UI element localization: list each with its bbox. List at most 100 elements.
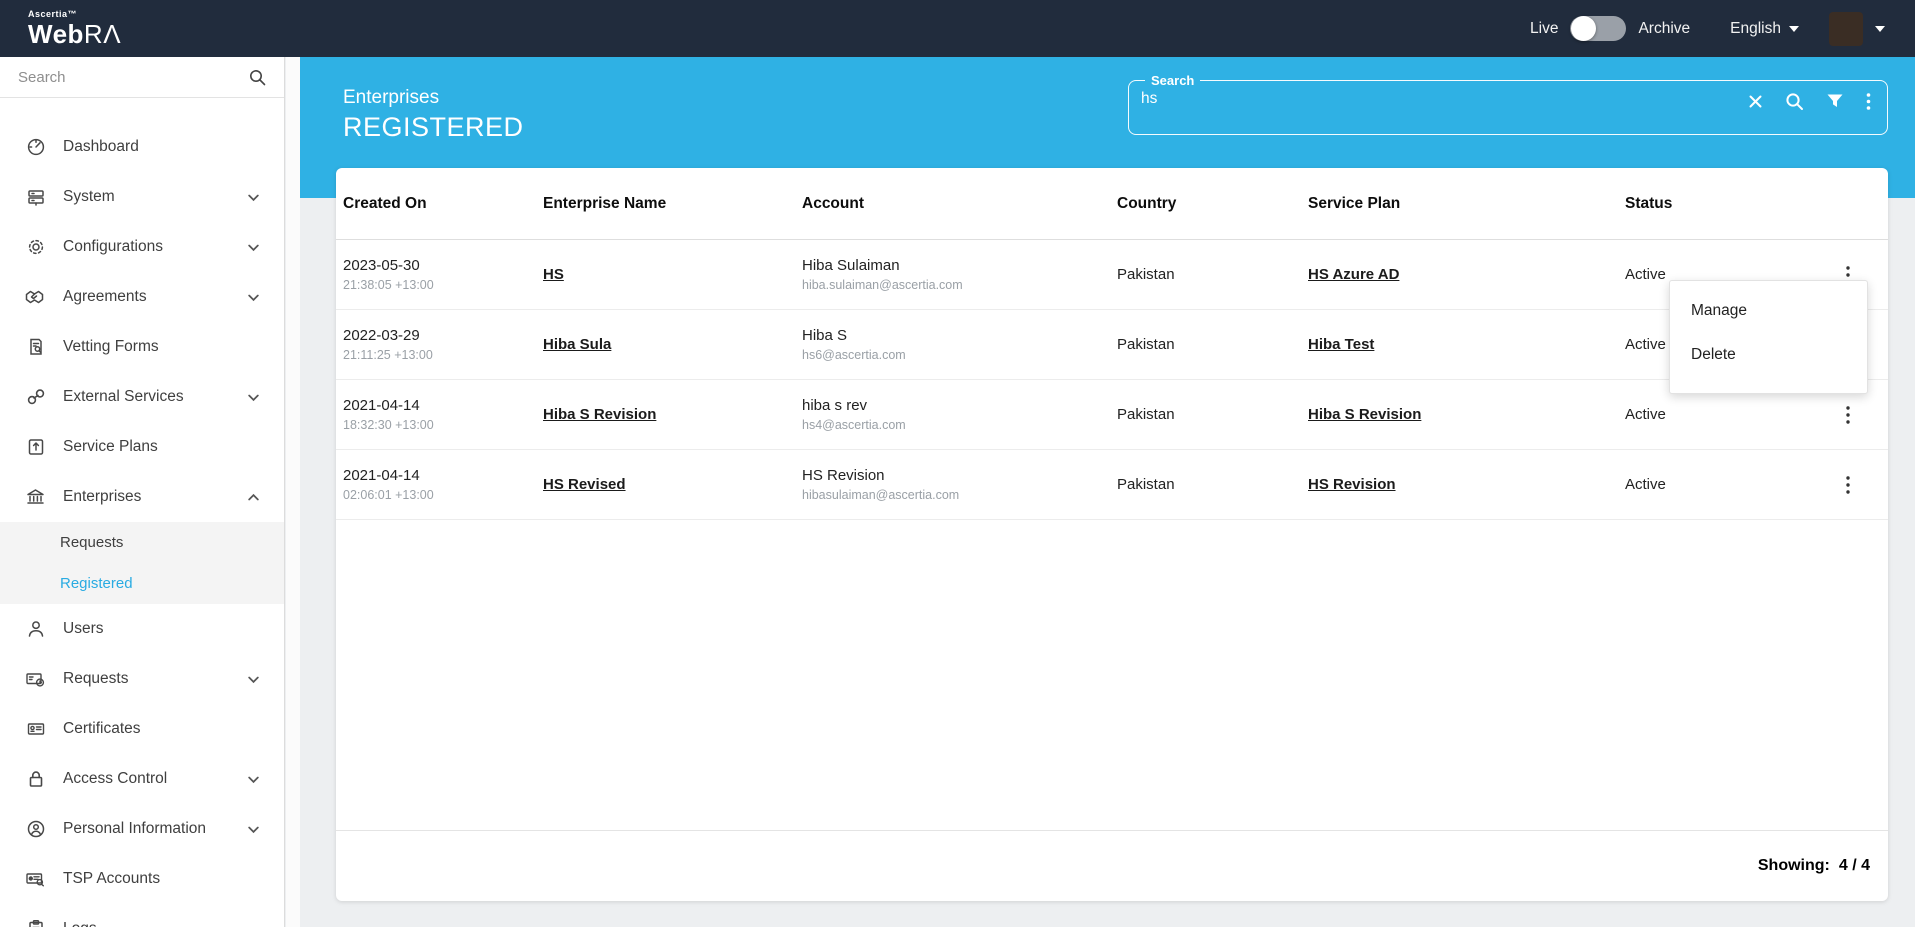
avatar[interactable] [1829,12,1863,46]
sidebar-item-enterprises-requests[interactable]: Requests [0,522,284,563]
sidebar-item-label: Service Plans [63,438,158,456]
language-dropdown[interactable]: English [1730,20,1799,38]
account-email: hiba.sulaiman@ascertia.com [802,278,1117,292]
brand-name-ra: RΛ [84,19,121,49]
menu-item-manage[interactable]: Manage [1670,289,1867,333]
brand-name: WebRΛ [28,21,121,47]
sidebar-item-service-plans[interactable]: Service Plans [0,422,284,472]
filter-icon[interactable] [1826,93,1844,110]
search-icon[interactable] [1785,92,1804,111]
service-plan-link[interactable]: Hiba S Revision [1308,406,1421,423]
sidebar-item-label: Configurations [63,238,163,256]
sidebar-item-label: Logs [63,920,97,927]
account-name: HS Revision [802,467,1117,484]
toggle-knob[interactable] [1571,16,1596,41]
column-header-enterprise-name[interactable]: Enterprise Name [543,195,802,213]
column-header-country[interactable]: Country [1117,195,1308,213]
sidebar-item-access-control[interactable]: Access Control [0,754,284,804]
created-on-cell: 2022-03-29 21:11:25 +13:00 [343,327,543,362]
clear-search-icon[interactable] [1748,94,1763,109]
sidebar-item-label: Enterprises [63,488,141,506]
page-title: Enterprises REGISTERED [343,87,524,143]
sidebar-item-enterprises[interactable]: Enterprises [0,472,284,522]
server-icon [25,187,46,207]
live-archive-toggle[interactable] [1570,16,1626,41]
account-email: hibasulaiman@ascertia.com [802,488,1117,502]
account-email: hs4@ascertia.com [802,418,1117,432]
sidebar-item-external-services[interactable]: External Services [0,372,284,422]
column-header-service-plan[interactable]: Service Plan [1308,195,1625,213]
row-actions-kebab-icon[interactable] [1838,476,1858,494]
service-plan-link[interactable]: HS Revision [1308,476,1396,493]
user-icon [25,619,46,639]
created-date: 2021-04-14 [343,397,543,414]
box-upload-icon [25,437,46,457]
enterprise-name-link[interactable]: HS [543,266,564,283]
sidebar-item-enterprises-registered[interactable]: Registered [0,563,284,604]
chevron-down-icon [247,241,260,254]
user-menu-chevron-down-icon[interactable] [1875,26,1885,32]
table-search-input[interactable] [1141,88,1748,114]
country-cell: Pakistan [1117,336,1308,353]
page-title-text: REGISTERED [343,112,524,143]
row-actions-kebab-icon[interactable] [1838,406,1858,424]
created-on-cell: 2021-04-14 18:32:30 +13:00 [343,397,543,432]
link-icon [25,387,46,407]
country-cell: Pakistan [1117,266,1308,283]
sidebar-item-requests[interactable]: Requests [0,654,284,704]
sidebar-nav: Dashboard System Configurations Agreemen… [0,98,284,927]
language-label: English [1730,20,1781,38]
account-email: hs6@ascertia.com [802,348,1117,362]
created-time: 02:06:01 +13:00 [343,488,543,502]
column-header-account[interactable]: Account [802,195,1117,213]
status-cell: Active [1625,406,1838,423]
brand-name-web: Web [28,19,84,49]
showing-count: 4 / 4 [1839,857,1870,875]
column-header-created-on[interactable]: Created On [343,195,543,213]
brand-logo[interactable]: Ascertia™ WebRΛ [28,10,121,47]
created-time: 21:11:25 +13:00 [343,348,543,362]
sidebar-item-system[interactable]: System [0,172,284,222]
sidebar-item-certificates[interactable]: Certificates [0,704,284,754]
sidebar-search-input[interactable] [18,69,249,86]
enterprise-name-link[interactable]: Hiba S Revision [543,406,656,423]
id-card-clock-icon [25,669,46,689]
table-search-box: Search [1128,73,1888,135]
created-date: 2022-03-29 [343,327,543,344]
created-date: 2021-04-14 [343,467,543,484]
sidebar-item-personal-information[interactable]: Personal Information [0,804,284,854]
enterprise-name-link[interactable]: Hiba Sula [543,336,611,353]
search-icon[interactable] [249,69,266,86]
sidebar-item-users[interactable]: Users [0,604,284,654]
submenu-item-label: Registered [60,575,133,592]
menu-item-delete[interactable]: Delete [1670,333,1867,377]
webra-app: Ascertia™ WebRΛ Live Archive English Das… [0,0,1915,927]
service-plan-link[interactable]: Hiba Test [1308,336,1374,353]
sidebar-item-tsp-accounts[interactable]: TSP Accounts [0,854,284,904]
sidebar-item-configurations[interactable]: Configurations [0,222,284,272]
table-row: 2021-04-14 02:06:01 +13:00 HS Revised HS… [336,450,1888,520]
sidebar-item-vetting-forms[interactable]: Vetting Forms [0,322,284,372]
service-plan-link[interactable]: HS Azure AD [1308,266,1399,283]
enterprise-name-link[interactable]: HS Revised [543,476,626,493]
column-header-status[interactable]: Status [1625,195,1838,213]
sidebar-item-label: External Services [63,388,184,406]
sidebar-item-label: Dashboard [63,138,139,156]
account-name: Hiba S [802,327,1117,344]
person-circle-icon [25,819,46,839]
sidebar-item-logs[interactable]: Logs [0,904,284,927]
chevron-down-icon [1789,26,1799,32]
country-cell: Pakistan [1117,476,1308,493]
chevron-down-icon [247,191,260,204]
created-time: 18:32:30 +13:00 [343,418,543,432]
chevron-down-icon [247,773,260,786]
sidebar-item-agreements[interactable]: Agreements [0,272,284,322]
sidebar-item-label: TSP Accounts [63,870,160,888]
sidebar-item-dashboard[interactable]: Dashboard [0,122,284,172]
dashboard-icon [25,137,46,157]
search-actions [1748,92,1871,111]
account-cell: hiba s rev hs4@ascertia.com [802,397,1117,432]
enterprises-submenu: Requests Registered [0,522,284,604]
kebab-menu-icon[interactable] [1866,92,1871,111]
sidebar-scrollbar[interactable] [286,57,300,927]
